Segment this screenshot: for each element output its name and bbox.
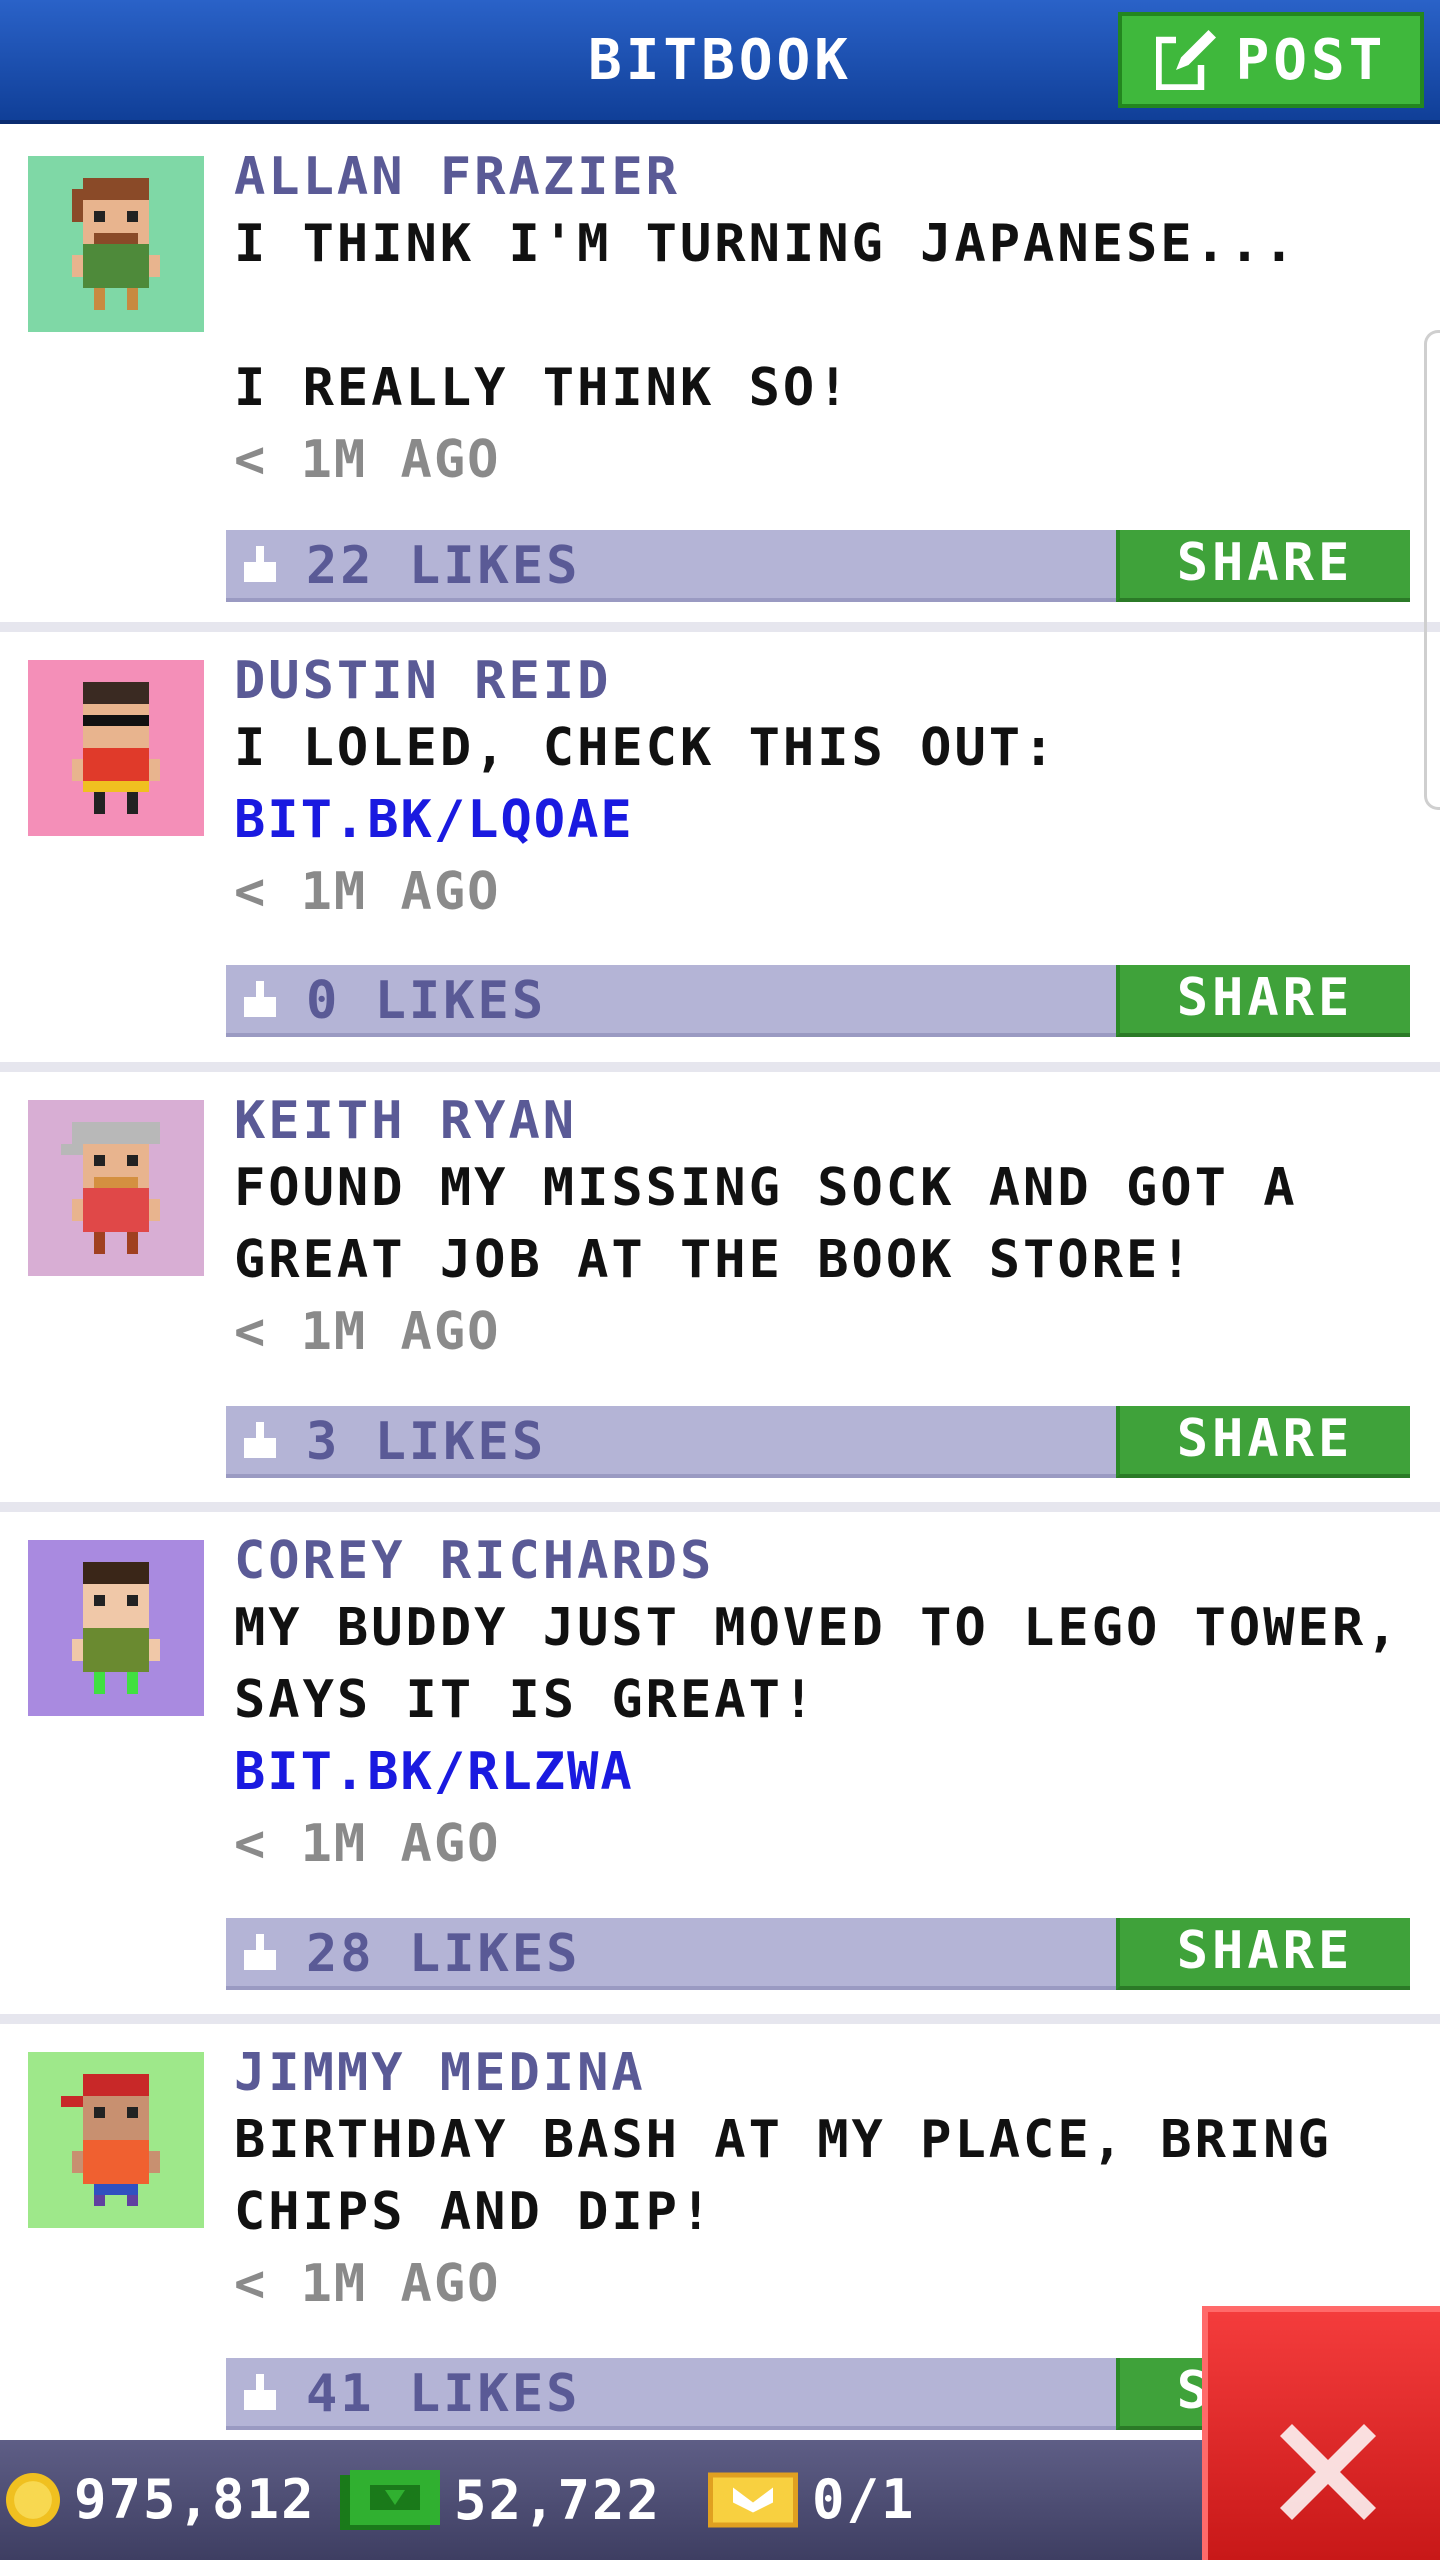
- thumbs-up-icon[interactable]: [240, 1934, 280, 1974]
- like-count: 3 LIKES: [306, 1412, 547, 1472]
- share-button[interactable]: SHARE: [1116, 1918, 1410, 1990]
- post-button-label: POST: [1235, 27, 1387, 93]
- like-count: 22 LIKES: [306, 536, 581, 596]
- post-message: I THINK I'M TURNING JAPANESE... I REALLY…: [234, 214, 1298, 418]
- author-name[interactable]: COREY RICHARDS: [234, 1530, 1420, 1592]
- post-link[interactable]: BIT.BK/LQOAE: [234, 784, 1420, 856]
- close-button[interactable]: [1202, 2306, 1440, 2560]
- author-name[interactable]: ALLAN FRAZIER: [234, 146, 1420, 208]
- thumbs-up-icon[interactable]: [240, 2374, 280, 2414]
- coin-icon: [6, 2472, 60, 2527]
- coins-stat: 975,812: [6, 2468, 316, 2531]
- thumbs-up-icon[interactable]: [240, 981, 280, 1021]
- tickets-value: 0/1: [812, 2468, 916, 2531]
- like-bar: 28 LIKES SHARE: [226, 1918, 1410, 1990]
- feed-post: ALLAN FRAZIER I THINK I'M TURNING JAPANE…: [0, 128, 1440, 632]
- avatar[interactable]: [28, 1540, 204, 1716]
- bux-value: 52,722: [454, 2468, 662, 2532]
- post-message: I LOLED, CHECK THIS OUT:: [234, 718, 1058, 778]
- post-time: < 1M AGO: [234, 1302, 501, 1362]
- post-message: MY BUDDY JUST MOVED TO LEGO TOWER, SAYS …: [234, 1598, 1401, 1730]
- avatar-dustin-reid: [28, 660, 204, 836]
- like-bar: 22 LIKES SHARE: [226, 530, 1410, 602]
- like-count: 41 LIKES: [306, 2364, 581, 2424]
- avatar[interactable]: [28, 156, 204, 332]
- like-bar: 3 LIKES SHARE: [226, 1406, 1410, 1478]
- ticket-icon: [708, 2472, 798, 2527]
- avatar-keith-ryan: [28, 1100, 204, 1276]
- avatar[interactable]: [28, 660, 204, 836]
- share-button[interactable]: SHARE: [1116, 965, 1410, 1037]
- post-time: < 1M AGO: [234, 862, 501, 922]
- app-header: BITBOOK POST: [0, 0, 1440, 124]
- thumbs-up-icon[interactable]: [240, 546, 280, 586]
- avatar-allan-frazier: [28, 156, 204, 332]
- post-time: < 1M AGO: [234, 430, 501, 490]
- feed-post: KEITH RYAN FOUND MY MISSING SOCK AND GOT…: [0, 1072, 1440, 1512]
- post-message: FOUND MY MISSING SOCK AND GOT A GREAT JO…: [234, 1158, 1298, 1290]
- like-bar: 0 LIKES SHARE: [226, 965, 1410, 1037]
- avatar-corey-richards: [28, 1540, 204, 1716]
- post-link[interactable]: BIT.BK/RLZWA: [234, 1736, 1420, 1808]
- post-time: < 1M AGO: [234, 1814, 501, 1874]
- scrollbar[interactable]: [1424, 330, 1440, 810]
- like-count: 28 LIKES: [306, 1924, 581, 1984]
- avatar[interactable]: [28, 2052, 204, 2228]
- like-count: 0 LIKES: [306, 971, 547, 1031]
- post-message: BIRTHDAY BASH AT MY PLACE, BRING CHIPS A…: [234, 2110, 1332, 2242]
- share-button[interactable]: SHARE: [1116, 1406, 1410, 1478]
- coins-value: 975,812: [74, 2468, 316, 2531]
- feed-post: DUSTIN REID I LOLED, CHECK THIS OUT: BIT…: [0, 632, 1440, 1072]
- bux-icon: [340, 2470, 440, 2530]
- bux-stat: 52,722: [340, 2468, 661, 2532]
- edit-icon: [1155, 30, 1216, 90]
- post-button[interactable]: POST: [1118, 12, 1424, 108]
- share-button[interactable]: SHARE: [1116, 530, 1410, 602]
- author-name[interactable]: DUSTIN REID: [234, 650, 1420, 712]
- thumbs-up-icon[interactable]: [240, 1422, 280, 1462]
- feed-post: COREY RICHARDS MY BUDDY JUST MOVED TO LE…: [0, 1512, 1440, 2024]
- feed[interactable]: ALLAN FRAZIER I THINK I'M TURNING JAPANE…: [0, 128, 1440, 2464]
- close-icon: [1280, 2424, 1376, 2520]
- author-name[interactable]: KEITH RYAN: [234, 1090, 1420, 1152]
- avatar-jimmy-medina: [28, 2052, 204, 2228]
- tickets-stat: 0/1: [708, 2468, 916, 2531]
- author-name[interactable]: JIMMY MEDINA: [234, 2042, 1420, 2104]
- avatar[interactable]: [28, 1100, 204, 1276]
